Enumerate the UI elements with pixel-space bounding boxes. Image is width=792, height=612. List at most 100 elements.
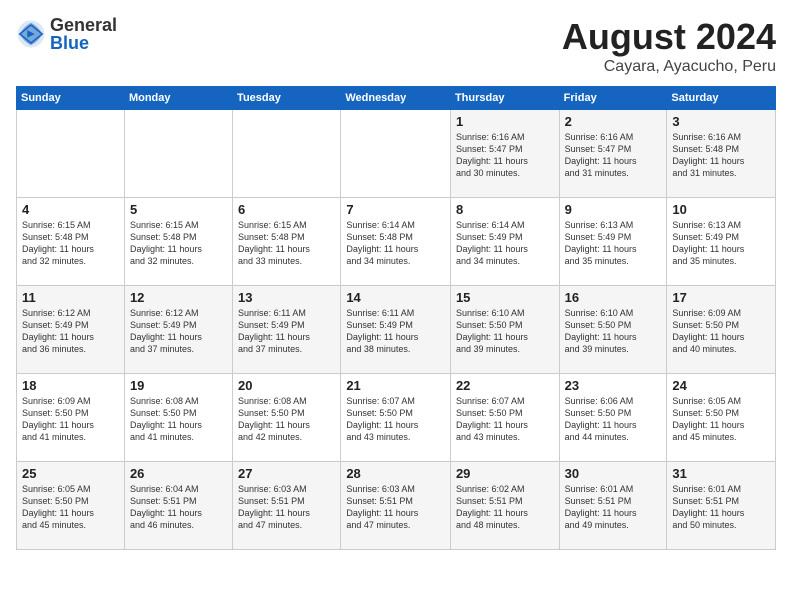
day-info: Sunrise: 6:13 AM Sunset: 5:49 PM Dayligh…: [672, 219, 770, 268]
day-number: 13: [238, 290, 335, 305]
day-number: 5: [130, 202, 227, 217]
day-number: 1: [456, 114, 554, 129]
day-cell: 26 Sunrise: 6:04 AM Sunset: 5:51 PM Dayli…: [124, 462, 232, 550]
day-info: Sunrise: 6:01 AM Sunset: 5:51 PM Dayligh…: [672, 483, 770, 532]
day-cell: 22Sunrise: 6:07 AM Sunset: 5:50 PM Dayli…: [450, 374, 559, 462]
week-row-4: 18 Sunrise: 6:09 AM Sunset: 5:50 PM Dayli…: [17, 374, 776, 462]
day-cell: 1 Sunrise: 6:16 AM Sunset: 5:47 PM Daylig…: [450, 110, 559, 198]
weekday-sunday: Sunday: [17, 87, 125, 110]
day-info: Sunrise: 6:10 AM Sunset: 5:50 PM Dayligh…: [565, 307, 662, 356]
weekday-saturday: Saturday: [667, 87, 776, 110]
day-info: Sunrise: 6:04 AM Sunset: 5:51 PM Dayligh…: [130, 483, 227, 532]
day-cell: 17Sunrise: 6:09 AM Sunset: 5:50 PM Dayli…: [667, 286, 776, 374]
day-info: Sunrise: 6:14 AM Sunset: 5:49 PM Dayligh…: [456, 219, 554, 268]
day-number: 4: [22, 202, 119, 217]
day-number: 6: [238, 202, 335, 217]
day-cell: 18 Sunrise: 6:09 AM Sunset: 5:50 PM Dayli…: [17, 374, 125, 462]
day-number: 11: [22, 290, 119, 305]
week-row-1: 1 Sunrise: 6:16 AM Sunset: 5:47 PM Daylig…: [17, 110, 776, 198]
day-cell: 8 Sunrise: 6:14 AM Sunset: 5:49 PM Daylig…: [450, 198, 559, 286]
day-cell: 11 Sunrise: 6:12 AM Sunset: 5:49 PM Dayli…: [17, 286, 125, 374]
day-cell: 5 Sunrise: 6:15 AM Sunset: 5:48 PM Daylig…: [124, 198, 232, 286]
day-cell: 24Sunrise: 6:05 AM Sunset: 5:50 PM Dayli…: [667, 374, 776, 462]
day-info: Sunrise: 6:08 AM Sunset: 5:50 PM Dayligh…: [130, 395, 227, 444]
day-cell: 15 Sunrise: 6:10 AM Sunset: 5:50 PM Dayli…: [450, 286, 559, 374]
day-info: Sunrise: 6:08 AM Sunset: 5:50 PM Dayligh…: [238, 395, 335, 444]
logo-text: General Blue: [50, 16, 117, 52]
calendar-header: SundayMondayTuesdayWednesdayThursdayFrid…: [17, 87, 776, 110]
day-number: 30: [565, 466, 662, 481]
day-number: 18: [22, 378, 119, 393]
week-row-5: 25 Sunrise: 6:05 AM Sunset: 5:50 PM Dayli…: [17, 462, 776, 550]
day-cell: 19 Sunrise: 6:08 AM Sunset: 5:50 PM Dayli…: [124, 374, 232, 462]
day-cell: 25 Sunrise: 6:05 AM Sunset: 5:50 PM Dayli…: [17, 462, 125, 550]
day-cell: 2Sunrise: 6:16 AM Sunset: 5:47 PM Daylig…: [559, 110, 667, 198]
day-info: Sunrise: 6:07 AM Sunset: 5:50 PM Dayligh…: [346, 395, 445, 444]
day-number: 31: [672, 466, 770, 481]
day-cell: [17, 110, 125, 198]
day-number: 25: [22, 466, 119, 481]
day-cell: 10 Sunrise: 6:13 AM Sunset: 5:49 PM Dayli…: [667, 198, 776, 286]
day-info: Sunrise: 6:15 AM Sunset: 5:48 PM Dayligh…: [22, 219, 119, 268]
day-info: Sunrise: 6:15 AM Sunset: 5:48 PM Dayligh…: [130, 219, 227, 268]
day-info: Sunrise: 6:11 AM Sunset: 5:49 PM Dayligh…: [238, 307, 335, 356]
day-cell: 6 Sunrise: 6:15 AM Sunset: 5:48 PM Daylig…: [233, 198, 341, 286]
day-cell: 23Sunrise: 6:06 AM Sunset: 5:50 PM Dayli…: [559, 374, 667, 462]
day-cell: 27 Sunrise: 6:03 AM Sunset: 5:51 PM Dayli…: [233, 462, 341, 550]
weekday-tuesday: Tuesday: [233, 87, 341, 110]
weekday-friday: Friday: [559, 87, 667, 110]
week-row-3: 11 Sunrise: 6:12 AM Sunset: 5:49 PM Dayli…: [17, 286, 776, 374]
day-number: 19: [130, 378, 227, 393]
day-cell: 12 Sunrise: 6:12 AM Sunset: 5:49 PM Dayli…: [124, 286, 232, 374]
day-cell: 20 Sunrise: 6:08 AM Sunset: 5:50 PM Dayli…: [233, 374, 341, 462]
day-info: Sunrise: 6:16 AM Sunset: 5:48 PM Dayligh…: [672, 131, 770, 180]
logo: General Blue: [16, 16, 117, 52]
logo-general-text: General: [50, 16, 117, 34]
calendar-subtitle: Cayara, Ayacucho, Peru: [562, 58, 776, 76]
calendar-body: 1 Sunrise: 6:16 AM Sunset: 5:47 PM Daylig…: [17, 110, 776, 550]
day-number: 26: [130, 466, 227, 481]
logo-icon: [16, 19, 46, 49]
day-info: Sunrise: 6:01 AM Sunset: 5:51 PM Dayligh…: [565, 483, 662, 532]
day-info: Sunrise: 6:12 AM Sunset: 5:49 PM Dayligh…: [130, 307, 227, 356]
day-cell: 7 Sunrise: 6:14 AM Sunset: 5:48 PM Daylig…: [341, 198, 451, 286]
day-number: 28: [346, 466, 445, 481]
day-info: Sunrise: 6:07 AM Sunset: 5:50 PM Dayligh…: [456, 395, 554, 444]
day-cell: [124, 110, 232, 198]
day-info: Sunrise: 6:09 AM Sunset: 5:50 PM Dayligh…: [22, 395, 119, 444]
day-number: 20: [238, 378, 335, 393]
calendar-table: SundayMondayTuesdayWednesdayThursdayFrid…: [16, 86, 776, 550]
day-info: Sunrise: 6:05 AM Sunset: 5:50 PM Dayligh…: [22, 483, 119, 532]
day-info: Sunrise: 6:12 AM Sunset: 5:49 PM Dayligh…: [22, 307, 119, 356]
day-number: 27: [238, 466, 335, 481]
day-number: 10: [672, 202, 770, 217]
day-number: 12: [130, 290, 227, 305]
day-number: 29: [456, 466, 554, 481]
day-info: Sunrise: 6:09 AM Sunset: 5:50 PM Dayligh…: [672, 307, 770, 356]
day-cell: 28 Sunrise: 6:03 AM Sunset: 5:51 PM Dayli…: [341, 462, 451, 550]
day-info: Sunrise: 6:16 AM Sunset: 5:47 PM Dayligh…: [456, 131, 554, 180]
day-info: Sunrise: 6:10 AM Sunset: 5:50 PM Dayligh…: [456, 307, 554, 356]
day-info: Sunrise: 6:14 AM Sunset: 5:48 PM Dayligh…: [346, 219, 445, 268]
day-number: 8: [456, 202, 554, 217]
day-cell: 9Sunrise: 6:13 AM Sunset: 5:49 PM Daylig…: [559, 198, 667, 286]
day-info: Sunrise: 6:06 AM Sunset: 5:50 PM Dayligh…: [565, 395, 662, 444]
day-info: Sunrise: 6:15 AM Sunset: 5:48 PM Dayligh…: [238, 219, 335, 268]
weekday-monday: Monday: [124, 87, 232, 110]
weekday-wednesday: Wednesday: [341, 87, 451, 110]
day-info: Sunrise: 6:03 AM Sunset: 5:51 PM Dayligh…: [238, 483, 335, 532]
day-number: 7: [346, 202, 445, 217]
day-cell: [341, 110, 451, 198]
calendar-title: August 2024: [562, 16, 776, 58]
day-cell: 16 Sunrise: 6:10 AM Sunset: 5:50 PM Dayli…: [559, 286, 667, 374]
day-cell: 21Sunrise: 6:07 AM Sunset: 5:50 PM Dayli…: [341, 374, 451, 462]
day-number: 14: [346, 290, 445, 305]
day-info: Sunrise: 6:03 AM Sunset: 5:51 PM Dayligh…: [346, 483, 445, 532]
day-number: 15: [456, 290, 554, 305]
day-cell: 3 Sunrise: 6:16 AM Sunset: 5:48 PM Daylig…: [667, 110, 776, 198]
day-cell: 14Sunrise: 6:11 AM Sunset: 5:49 PM Dayli…: [341, 286, 451, 374]
day-cell: 31 Sunrise: 6:01 AM Sunset: 5:51 PM Dayli…: [667, 462, 776, 550]
day-number: 16: [565, 290, 662, 305]
day-number: 3: [672, 114, 770, 129]
day-info: Sunrise: 6:16 AM Sunset: 5:47 PM Dayligh…: [565, 131, 662, 180]
